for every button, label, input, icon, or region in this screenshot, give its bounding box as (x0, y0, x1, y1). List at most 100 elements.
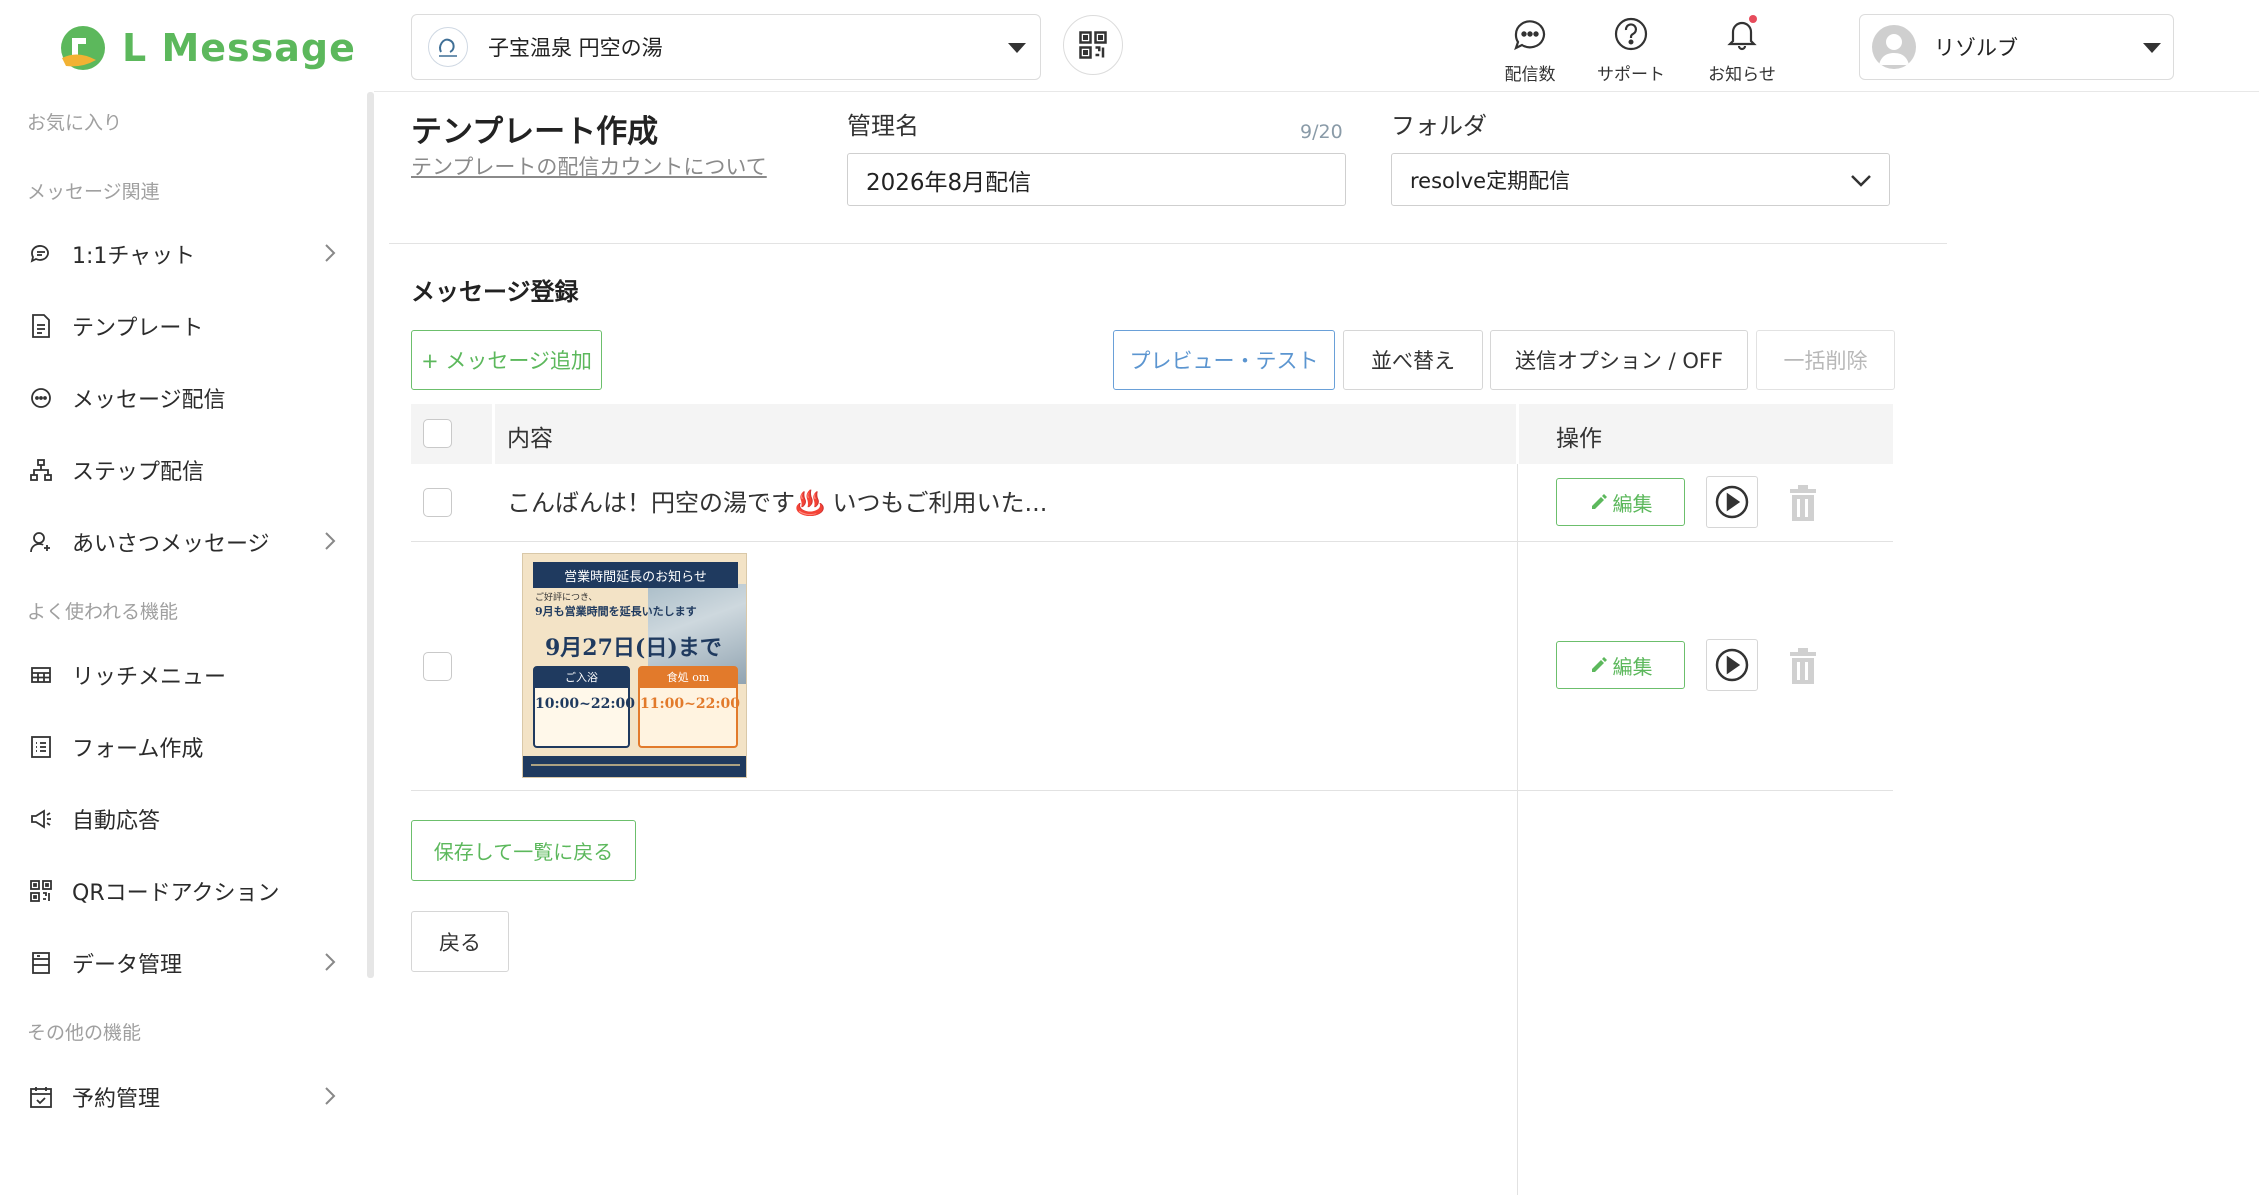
message-image-thumbnail[interactable]: 営業時間延長のお知らせ ご好評につき、 9月も営業時間を延長いたします 9月27… (522, 553, 747, 778)
topbar-border (374, 91, 2259, 92)
section-frequent: よく使われる機能 (27, 601, 179, 623)
bell-icon (1697, 14, 1787, 54)
select-all-checkbox[interactable] (423, 419, 452, 448)
edit-label: 編集 (1612, 491, 1653, 516)
sidebar-item-label: テンプレート (72, 316, 204, 341)
header-separator (1516, 404, 1519, 464)
header-separator (492, 404, 495, 464)
row-checkbox[interactable] (423, 488, 452, 517)
qr-code-icon (27, 877, 55, 905)
sidebar-item-chat[interactable]: 1:1チャット (27, 229, 337, 279)
row-divider (411, 790, 1893, 791)
poster-date: 9月27日(日)まで (545, 635, 722, 661)
sidebar-item-form[interactable]: フォーム作成 (27, 722, 337, 772)
sort-button[interactable]: 並べ替え (1343, 330, 1483, 390)
sidebar-item-label: フォーム作成 (72, 737, 204, 762)
edit-button[interactable]: 編集 (1556, 478, 1685, 526)
help-link[interactable]: テンプレートの配信カウントについて (411, 151, 767, 181)
folder-select[interactable]: resolve定期配信 (1391, 153, 1890, 206)
top-icon-support[interactable]: サポート (1586, 14, 1676, 85)
help-icon (1586, 14, 1676, 54)
user-menu[interactable]: リゾルブ (1859, 14, 2174, 80)
user-plus-icon (27, 528, 55, 556)
form-list-icon (27, 733, 55, 761)
edit-label: 編集 (1612, 654, 1653, 679)
send-option-button[interactable]: 送信オプション / OFF (1490, 330, 1748, 390)
sidebar-item-greeting[interactable]: あいさつメッセージ (27, 517, 337, 567)
table-header: 内容 操作 (411, 404, 1893, 464)
sidebar-item-label: あいさつメッセージ (72, 532, 270, 557)
megaphone-icon (27, 805, 55, 833)
top-icon-delivery-count[interactable]: 配信数 (1485, 14, 1575, 85)
notification-dot (1749, 15, 1757, 23)
trash-icon[interactable] (1788, 648, 1818, 684)
sidebar-item-qr[interactable]: QRコードアクション (27, 866, 337, 916)
poster-bath-box: ご入浴 10:00~22:00 (533, 666, 635, 748)
section-title-messages: メッセージ登録 (411, 278, 579, 306)
sidebar-item-label: ステップ配信 (72, 460, 205, 485)
sidebar-item-broadcast[interactable]: メッセージ配信 (27, 373, 337, 423)
hierarchy-icon (27, 456, 55, 484)
chevron-right-icon (323, 242, 337, 268)
sidebar-item-step[interactable]: ステップ配信 (27, 445, 337, 495)
name-counter: 9/20 (1300, 121, 1343, 143)
poster-footer (523, 756, 746, 777)
sidebar-item-reservation[interactable]: 予約管理 (27, 1072, 337, 1122)
col-actions-header: 操作 (1556, 426, 1602, 452)
sidebar-scrollbar[interactable] (367, 92, 374, 978)
row-divider (411, 541, 1893, 542)
chat-bubble-icon (27, 240, 55, 268)
sidebar-item-label: メッセージ配信 (72, 388, 226, 413)
template-name-input[interactable]: 2026年8月配信 (847, 153, 1346, 206)
play-button[interactable] (1706, 476, 1758, 528)
sidebar-item-label: QRコードアクション (72, 881, 280, 906)
preview-test-button[interactable]: プレビュー・テスト (1113, 330, 1335, 390)
pencil-icon (1591, 657, 1607, 672)
bulk-delete-button[interactable]: 一括削除 (1756, 330, 1895, 390)
sidebar-item-label: 予約管理 (72, 1087, 161, 1112)
chevron-right-icon (323, 951, 337, 977)
add-message-button[interactable]: + メッセージ追加 (411, 330, 602, 390)
chevron-down-icon (1847, 166, 1875, 199)
poster-dining-box: 食処 om 11:00~22:00 (638, 666, 740, 748)
name-label: 管理名 (847, 112, 919, 140)
account-select[interactable]: 子宝温泉 円空の湯 (411, 14, 1041, 80)
col-content-header: 内容 (507, 426, 553, 452)
sidebar: L Message お気に入り メッセージ関連 1:1チャット テンプレート メ… (0, 0, 374, 1123)
poster-banner: 営業時間延長のお知らせ (533, 562, 738, 588)
sidebar-item-label: データ管理 (72, 953, 183, 978)
caret-down-icon (1008, 43, 1026, 53)
account-name: 子宝温泉 円空の湯 (488, 36, 663, 60)
play-button[interactable] (1706, 639, 1758, 691)
message-icon (27, 384, 55, 412)
poster-subtitle: ご好評につき、 9月も営業時間を延長いたします (535, 592, 697, 618)
column-divider (1517, 464, 1518, 1195)
poster-box-head: 食処 om (640, 668, 736, 688)
back-button[interactable]: 戻る (411, 911, 509, 972)
section-divider (389, 243, 1947, 244)
trash-icon[interactable] (1788, 485, 1818, 521)
poster-box-head: ご入浴 (535, 668, 628, 688)
play-circle-icon (1715, 648, 1749, 682)
sidebar-item-data[interactable]: データ管理 (27, 938, 337, 988)
chevron-right-icon (323, 530, 337, 556)
caret-down-icon (2143, 43, 2161, 53)
database-icon (27, 949, 55, 977)
save-and-return-button[interactable]: 保存して一覧に戻る (411, 820, 636, 881)
account-avatar (428, 27, 468, 67)
section-other: その他の機能 (27, 1022, 142, 1044)
sidebar-item-template[interactable]: テンプレート (27, 301, 337, 351)
sidebar-item-autoreply[interactable]: 自動応答 (27, 794, 337, 844)
logo-text: L Message (122, 25, 356, 70)
top-icon-notifications[interactable]: お知らせ (1697, 14, 1787, 85)
pencil-icon (1591, 494, 1607, 509)
page-title: テンプレート作成 (411, 114, 659, 150)
logo[interactable]: L Message (58, 20, 356, 75)
chevron-right-icon (323, 1085, 337, 1111)
row-checkbox[interactable] (423, 652, 452, 681)
edit-button[interactable]: 編集 (1556, 641, 1685, 689)
qr-button[interactable] (1063, 15, 1123, 75)
top-icon-label: お知らせ (1708, 65, 1776, 85)
sidebar-item-richmenu[interactable]: リッチメニュー (27, 650, 337, 700)
grid-table-icon (27, 661, 55, 689)
